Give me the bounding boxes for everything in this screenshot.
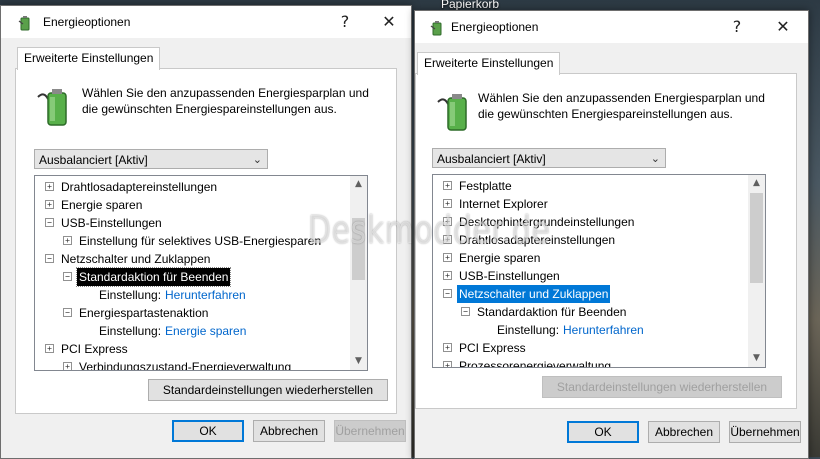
window-title: Energieoptionen [451, 20, 539, 34]
power-plan-select[interactable]: Ausbalanciert [Aktiv] ⌄ [432, 148, 666, 168]
help-button[interactable]: ? [323, 6, 367, 38]
tree-item-label: Prozessorenergieverwaltung [459, 359, 612, 367]
expand-icon[interactable]: + [443, 343, 452, 352]
apply-button[interactable]: Übernehmen [729, 421, 801, 443]
tree-item-label: Energiespartastenaktion [79, 306, 209, 320]
chevron-down-icon: ⌄ [252, 153, 262, 166]
restore-defaults-button[interactable]: Standardeinstellungen wiederherstellen [542, 376, 782, 398]
ok-button[interactable]: OK [172, 420, 244, 442]
title-bar: Energieoptionen ? ✕ [1, 6, 411, 38]
scroll-thumb[interactable] [352, 218, 365, 280]
collapse-icon[interactable]: − [63, 308, 72, 317]
vertical-scrollbar[interactable]: ▲ ▼ [350, 176, 367, 370]
battery-plug-icon [437, 94, 467, 131]
power-options-dialog-left: Energieoptionen ? ✕ Erweiterte Einstellu… [0, 5, 412, 459]
tab-advanced-settings[interactable]: Erweiterte Einstellungen [417, 52, 561, 75]
title-bar: Energieoptionen ? ✕ [415, 11, 808, 43]
battery-plug-icon [37, 89, 67, 126]
setting-value[interactable]: Herunterfahren [163, 286, 248, 304]
intro-text: Wählen Sie den anzupassenden Energiespar… [478, 91, 765, 121]
tree-item-label: PCI Express [459, 341, 526, 355]
scroll-thumb[interactable] [750, 193, 763, 283]
scroll-down-icon[interactable]: ▼ [748, 350, 765, 367]
tree-item-label: Netzschalter und Zuklappen [61, 252, 211, 266]
expand-icon[interactable]: + [63, 236, 72, 245]
tree-item-label: Internet Explorer [459, 197, 548, 211]
tree-item-label: Einstellung für selektives USB-Energiesp… [79, 234, 322, 248]
expand-icon[interactable]: + [443, 253, 452, 262]
expand-icon[interactable]: + [45, 344, 54, 353]
restore-defaults-button[interactable]: Standardeinstellungen wiederherstellen [148, 379, 388, 401]
collapse-icon[interactable]: − [63, 272, 72, 281]
vertical-scrollbar[interactable]: ▲ ▼ [748, 175, 765, 367]
settings-tree[interactable]: + Festplatte + Internet Explorer + Deskt… [432, 174, 766, 368]
cancel-button[interactable]: Abbrechen [648, 421, 720, 443]
setting-label: Einstellung: [99, 288, 162, 302]
tree-item-label: Drahtlosadaptereinstellungen [459, 233, 616, 247]
collapse-icon[interactable]: − [45, 254, 54, 263]
power-plan-selected: Ausbalanciert [Aktiv] [437, 152, 546, 166]
settings-panel: Wählen Sie den anzupassenden Energiespar… [15, 68, 397, 414]
setting-label: Einstellung: [497, 323, 560, 337]
scroll-up-icon[interactable]: ▲ [350, 176, 367, 193]
tree-item-label: Drahtlosadaptereinstellungen [61, 180, 218, 194]
collapse-icon[interactable]: − [45, 218, 54, 227]
power-options-app-icon [18, 16, 30, 31]
cancel-button[interactable]: Abbrechen [253, 420, 325, 442]
tree-item-label: USB-Einstellungen [459, 269, 560, 283]
tree-item-label: Netzschalter und Zuklappen [457, 285, 611, 303]
setting-value[interactable]: Herunterfahren [561, 321, 646, 339]
expand-icon[interactable]: + [443, 217, 452, 226]
tree-item-label: Energie sparen [61, 198, 143, 212]
power-options-app-icon [430, 21, 442, 36]
close-button[interactable]: ✕ [761, 11, 805, 43]
power-plan-selected: Ausbalanciert [Aktiv] [39, 153, 148, 167]
close-button[interactable]: ✕ [367, 6, 411, 38]
tree-item-label: Desktophintergrundeinstellungen [459, 215, 635, 229]
tree-item-label: PCI Express [61, 342, 128, 356]
expand-icon[interactable]: + [443, 181, 452, 190]
tree-item-label: USB-Einstellungen [61, 216, 162, 230]
power-plan-select[interactable]: Ausbalanciert [Aktiv] ⌄ [34, 149, 268, 169]
tree-item-label: Energie sparen [459, 251, 541, 265]
collapse-icon[interactable]: − [461, 307, 470, 316]
tree-item-label: Standardaktion für Beenden [477, 305, 627, 319]
settings-panel: Wählen Sie den anzupassenden Energiespar… [415, 73, 797, 409]
intro-text: Wählen Sie den anzupassenden Energiespar… [82, 86, 369, 116]
expand-icon[interactable]: + [443, 271, 452, 280]
chevron-down-icon: ⌄ [650, 152, 660, 165]
tree-item-label: Festplatte [459, 179, 512, 193]
ok-button[interactable]: OK [567, 421, 639, 443]
collapse-icon[interactable]: − [443, 289, 452, 298]
expand-icon[interactable]: + [443, 361, 452, 367]
apply-button[interactable]: Übernehmen [334, 420, 406, 442]
tree-item-label: Verbindungszustand-Energieverwaltung [79, 360, 292, 370]
settings-tree[interactable]: + Drahtlosadaptereinstellungen + Energie… [34, 175, 368, 371]
setting-label: Einstellung: [99, 324, 162, 338]
setting-value[interactable]: Energie sparen [163, 322, 248, 340]
scroll-down-icon[interactable]: ▼ [350, 353, 367, 370]
power-options-dialog-right: Energieoptionen ? ✕ Erweiterte Einstellu… [414, 10, 809, 459]
scroll-up-icon[interactable]: ▲ [748, 175, 765, 192]
window-title: Energieoptionen [43, 15, 131, 29]
expand-icon[interactable]: + [45, 200, 54, 209]
expand-icon[interactable]: + [443, 199, 452, 208]
expand-icon[interactable]: + [63, 362, 72, 370]
expand-icon[interactable]: + [443, 235, 452, 244]
tree-item-label: Standardaktion für Beenden [75, 267, 232, 287]
help-button[interactable]: ? [715, 11, 759, 43]
expand-icon[interactable]: + [45, 182, 54, 191]
tab-advanced-settings[interactable]: Erweiterte Einstellungen [17, 47, 161, 70]
